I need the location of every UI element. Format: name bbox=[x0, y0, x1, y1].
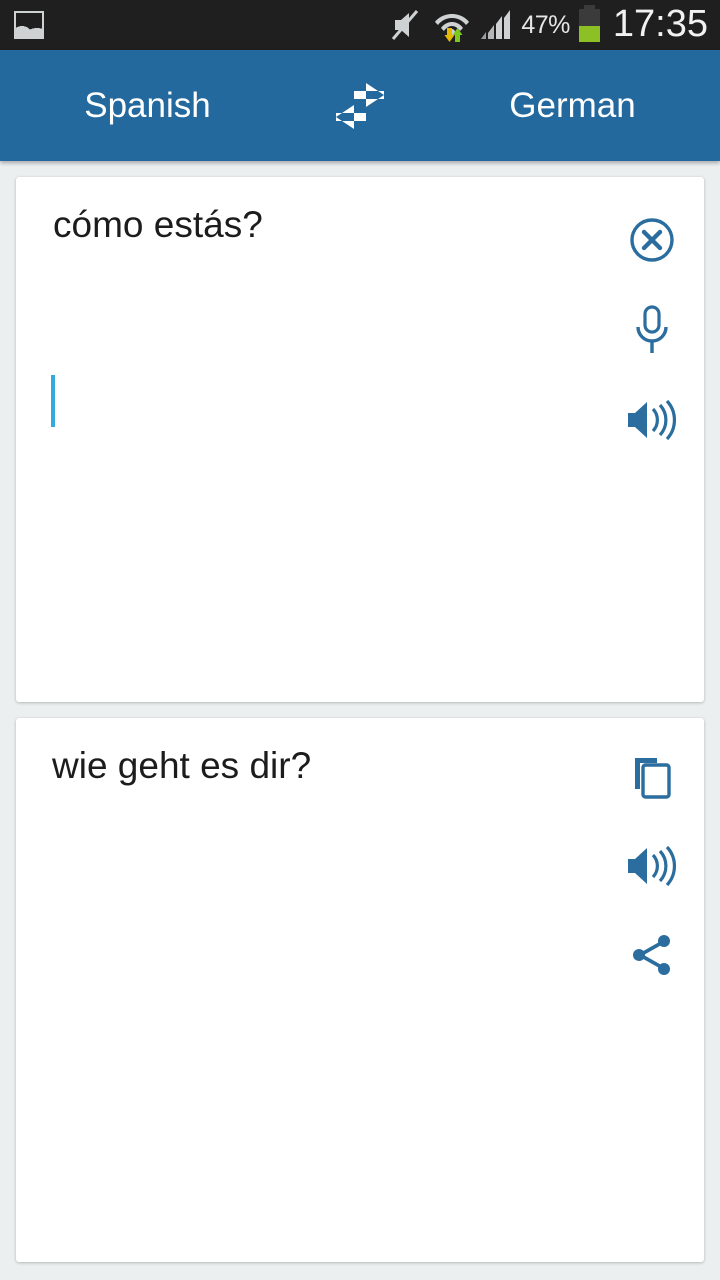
share-icon bbox=[628, 931, 676, 979]
translation-text: wie geht es dir? bbox=[52, 745, 312, 786]
target-language-button[interactable]: German bbox=[425, 88, 720, 123]
source-text-input[interactable]: cómo estás? bbox=[16, 177, 373, 245]
close-circle-icon bbox=[629, 217, 675, 263]
language-selector-bar: Spanish German bbox=[0, 50, 720, 161]
source-actions bbox=[600, 177, 704, 465]
copy-translation-button[interactable] bbox=[607, 732, 697, 821]
speak-translation-button[interactable] bbox=[607, 821, 697, 910]
battery-icon bbox=[578, 4, 600, 42]
battery-fill bbox=[578, 26, 600, 42]
translation-actions bbox=[600, 718, 704, 999]
clear-text-button[interactable] bbox=[607, 195, 697, 285]
status-bar-clock: 17:35 bbox=[612, 2, 708, 45]
source-language-button[interactable]: Spanish bbox=[0, 88, 295, 123]
voice-input-button[interactable] bbox=[607, 285, 697, 375]
swap-horizontal-icon bbox=[332, 82, 388, 130]
copy-icon bbox=[629, 752, 675, 802]
text-cursor bbox=[51, 375, 55, 427]
status-bar-system-icons: 47% 17:35 bbox=[391, 2, 708, 46]
volume-mute-icon bbox=[391, 9, 425, 41]
speaker-icon bbox=[625, 397, 679, 443]
speak-source-button[interactable] bbox=[607, 375, 697, 465]
share-translation-button[interactable] bbox=[607, 910, 697, 999]
wifi-data-icon bbox=[434, 8, 470, 42]
status-bar: 47% 17:35 bbox=[0, 0, 720, 50]
battery-percent-label: 47% bbox=[521, 10, 570, 39]
speaker-icon bbox=[625, 843, 679, 889]
signal-bars-icon bbox=[479, 9, 512, 41]
translation-result-card: wie geht es dir? bbox=[16, 718, 704, 1262]
photo-icon bbox=[14, 11, 44, 39]
swap-languages-button[interactable] bbox=[295, 82, 425, 130]
source-text-card[interactable]: cómo estás? bbox=[16, 177, 704, 702]
microphone-icon bbox=[631, 304, 673, 356]
status-bar-notifications bbox=[14, 11, 44, 39]
